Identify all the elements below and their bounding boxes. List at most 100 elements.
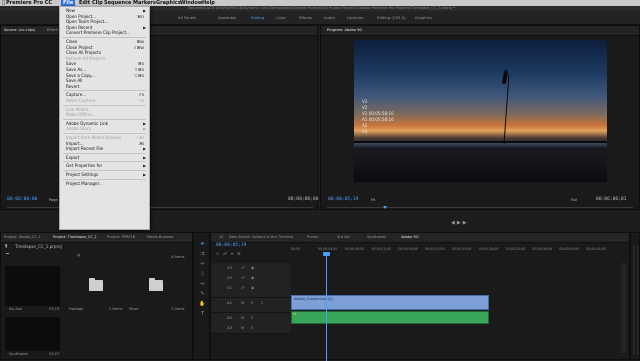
submenu-arrow-icon: ▶ xyxy=(143,146,146,152)
project-item-thumb[interactable] xyxy=(5,317,60,351)
track-label: A2 xyxy=(227,315,233,320)
overlay-line: A3 xyxy=(362,129,368,134)
program-timecode[interactable]: 00;00;05;19 xyxy=(328,197,358,202)
razor-tool-icon[interactable]: ◊ xyxy=(199,271,206,278)
project-item-thumb[interactable] xyxy=(5,266,60,306)
file-menu-item[interactable]: Convert Premiere Clip Project... xyxy=(60,30,149,36)
program-resolution-dropdown[interactable]: Full xyxy=(571,198,577,202)
linked-selection-icon[interactable]: ☍ xyxy=(223,251,231,256)
pen-tool-icon[interactable]: ✎ xyxy=(199,291,206,298)
timeline-tab-southwest[interactable]: Southwest xyxy=(367,235,386,239)
mute-icon[interactable]: M xyxy=(241,300,244,305)
tab-source[interactable]: Source: (no clips) xyxy=(4,28,35,32)
folder-icon[interactable] xyxy=(149,278,163,291)
mute-icon[interactable]: M xyxy=(241,315,244,320)
program-duration: 00;06;00;01 xyxy=(596,197,627,202)
file-menu: New ▶ Open Project... ⌘O Open Team Project..… xyxy=(59,6,150,230)
tab-project-abobo[interactable]: Project: Abobo_CC_1 xyxy=(4,235,41,239)
wrench-icon[interactable]: ⚒ xyxy=(237,251,245,256)
tools-panel: ➤ ⇉ ↔ ◊ ⇔ ✎ ✋ T xyxy=(193,232,210,360)
eye-icon[interactable]: ◉ xyxy=(251,275,254,280)
tab-project-pprf18[interactable]: Project: PPRF18 xyxy=(107,235,135,239)
menu-item-label: Make Offline... xyxy=(66,112,96,118)
selection-tool-icon[interactable]: ➤ xyxy=(199,241,206,248)
workspace-tab-graphics[interactable]: Graphics xyxy=(415,15,432,20)
source-timecode-duration: 00;00;00;00 xyxy=(288,197,319,202)
search-icon[interactable]: ⚲ xyxy=(77,254,80,259)
workspace-tab-editing-cs55[interactable]: Editing (CS5.5) xyxy=(377,15,406,20)
solo-icon[interactable]: S xyxy=(251,325,253,330)
timeline-tab-promo[interactable]: Promo xyxy=(307,235,318,239)
file-menu-item[interactable]: Project Manager... xyxy=(60,181,149,187)
workspace-tab-libraries[interactable]: Libraries xyxy=(347,15,363,20)
timeline-tab-10[interactable]: 10 xyxy=(219,235,224,239)
solo-icon[interactable]: S xyxy=(251,315,253,320)
step-forward-icon[interactable]: ▶ xyxy=(463,220,469,226)
menu-item-label: Batch Capture... xyxy=(66,98,100,103)
program-playhead-icon[interactable] xyxy=(383,206,387,209)
snap-icon[interactable]: ∩ xyxy=(216,251,223,256)
timeline-ruler[interactable]: 00;00 00;00;04;00 00;00;08;00 00;00;12;00 00… xyxy=(291,247,613,257)
eye-icon[interactable]: ◉ xyxy=(251,265,254,270)
tab-project-timelapse[interactable]: Project: Timelapse_CC_1 xyxy=(53,235,97,239)
audio-clip[interactable]: fx xyxy=(291,311,489,324)
project-item-meta: 2 Items xyxy=(171,307,185,311)
workspace-tab-color[interactable]: Color xyxy=(276,15,286,20)
type-tool-icon[interactable]: T xyxy=(199,311,206,318)
file-menu-item[interactable]: Project Settings ▶ xyxy=(60,172,149,178)
timeline-timecode[interactable]: 00;00;05;19 xyxy=(216,243,246,248)
tab-program[interactable]: Program: Abobo 9G xyxy=(327,28,362,32)
menu-item-label: Import Recent File xyxy=(66,146,104,152)
timeline-vertical-scrollbar[interactable] xyxy=(621,263,626,353)
timeline-toolbar: ∩☍▾⚒ xyxy=(216,251,291,257)
lock-icon[interactable]: ☍ xyxy=(241,275,245,280)
menu-separator xyxy=(63,161,146,163)
track-header-a1[interactable]: A1 M S ♪ xyxy=(211,298,291,313)
submenu-arrow-icon: ▶ xyxy=(143,172,146,177)
timeline-tab-abobo-9g[interactable]: Abobo 9G xyxy=(401,235,419,239)
menu-item-label: Convert Premiere Clip Project... xyxy=(66,30,130,36)
workspace-tab-assembly[interactable]: Assembly xyxy=(218,15,236,20)
slip-tool-icon[interactable]: ⇔ xyxy=(199,281,206,288)
search-field[interactable] xyxy=(6,253,9,254)
workspace-tab-all-panels[interactable]: All Panels xyxy=(178,15,196,20)
timeline-tab-search-options[interactable]: New Search Options in the Timeline xyxy=(229,235,293,239)
timeline-playhead[interactable] xyxy=(326,253,327,361)
water-reflection xyxy=(354,143,607,149)
folder-icon[interactable] xyxy=(89,278,103,291)
mic-icon[interactable]: ♪ xyxy=(261,300,263,305)
track-select-tool-icon[interactable]: ⇉ xyxy=(199,251,206,258)
file-menu-item[interactable]: Revert xyxy=(60,84,149,90)
menu-item-label: Project Settings xyxy=(66,172,99,177)
workspace-tab-audio[interactable]: Audio xyxy=(324,15,335,20)
video-clip[interactable]: Abobo_Sunset.mov [V] xyxy=(291,295,489,310)
source-page-label[interactable]: Page xyxy=(49,198,58,202)
workspace-tab-editing[interactable]: Editing xyxy=(251,15,264,20)
lock-icon[interactable]: ☍ xyxy=(241,265,245,270)
timeline-tab-3rd-act[interactable]: 3rd Act xyxy=(337,235,350,239)
hand-tool-icon[interactable]: ✋ xyxy=(199,301,206,308)
lock-icon[interactable]: ☍ xyxy=(241,285,245,290)
file-menu-item: Batch Capture... F6 xyxy=(60,98,149,104)
file-menu-item[interactable]: Get Properties for ▶ xyxy=(60,163,149,169)
program-time-ruler[interactable] xyxy=(327,207,633,208)
solo-icon[interactable]: S xyxy=(251,300,253,305)
track-header-a3[interactable]: A3 M S xyxy=(211,323,291,334)
file-menu-item[interactable]: Export ▶ xyxy=(60,155,149,161)
mute-icon[interactable]: M xyxy=(241,325,244,330)
audio-meters-panel xyxy=(630,232,640,360)
playhead-handle[interactable] xyxy=(323,252,330,256)
file-menu-item[interactable]: Import Recent File ▶ xyxy=(60,146,149,152)
source-timecode[interactable]: 00;00;00;00 xyxy=(7,197,37,202)
menu-separator xyxy=(63,133,146,134)
eye-icon[interactable]: ◉ xyxy=(251,285,254,290)
source-time-ruler[interactable] xyxy=(7,207,313,208)
program-video-frame[interactable]: V3 V2 V1 00;05;58;16 A1 00;05;58;16 A2 A… xyxy=(354,40,607,182)
track-header-v1[interactable]: V1 ☍ ◉ xyxy=(211,283,291,298)
ruler-tick-label: 00;00;40;00 xyxy=(559,247,579,251)
track-headers: V3 ☍ ◉ V2 ☍ ◉ V1 ☍ ◉ A1 M S ♪ A2 M S A3 M S xyxy=(211,263,291,361)
ripple-edit-tool-icon[interactable]: ↔ xyxy=(199,261,206,268)
program-fit-dropdown[interactable]: Fit xyxy=(371,198,375,202)
tab-media-browser[interactable]: Media Browser xyxy=(147,235,174,239)
workspace-tab-effects[interactable]: Effects xyxy=(299,15,312,20)
